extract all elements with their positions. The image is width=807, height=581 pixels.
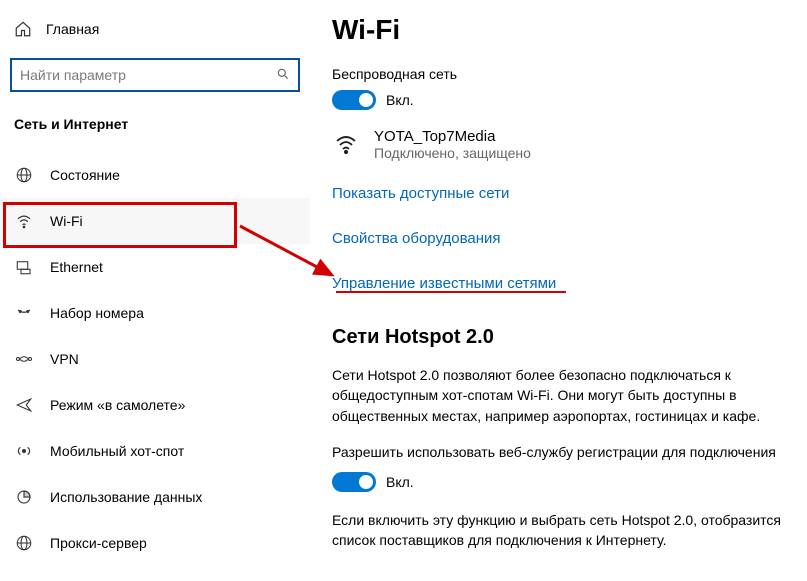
hotspot-description: Сети Hotspot 2.0 позволяют более безопас…	[332, 365, 785, 426]
network-status: Подключено, защищено	[374, 145, 531, 161]
search-input-wrap[interactable]	[10, 58, 300, 92]
hotspot-note: Если включить эту функцию и выбрать сеть…	[332, 510, 785, 551]
sidebar-item-vpn[interactable]: VPN	[0, 336, 310, 382]
sidebar-item-label: Прокси-сервер	[50, 535, 147, 551]
wifi-toggle-state: Вкл.	[386, 92, 414, 108]
proxy-icon	[14, 534, 34, 552]
hotspot-allow-label: Разрешить использовать веб-службу регист…	[332, 442, 785, 462]
home-label: Главная	[46, 21, 99, 37]
sidebar-item-hotspot[interactable]: Мобильный хот-спот	[0, 428, 310, 474]
search-input[interactable]	[20, 67, 276, 83]
globe-icon	[14, 166, 34, 184]
airplane-icon	[14, 396, 34, 414]
wifi-toggle[interactable]	[332, 90, 376, 110]
sidebar-item-label: Ethernet	[50, 259, 103, 275]
search-icon	[276, 67, 290, 84]
wifi-icon	[14, 212, 34, 230]
nav-list: Состояние Wi-Fi Ethernet Набор номера	[0, 144, 310, 566]
dialup-icon	[14, 304, 34, 322]
sidebar-item-dialup[interactable]: Набор номера	[0, 290, 310, 336]
sidebar-item-label: Набор номера	[50, 305, 144, 321]
link-manage-known-networks[interactable]: Управление известными сетями	[332, 275, 785, 292]
wifi-signal-icon	[332, 133, 360, 157]
sidebar: Главная Сеть и Интернет Состояние	[0, 0, 310, 581]
network-name: YOTA_Top7Media	[374, 128, 531, 145]
sidebar-item-data-usage[interactable]: Использование данных	[0, 474, 310, 520]
sidebar-item-status[interactable]: Состояние	[0, 152, 310, 198]
hotspot-heading: Сети Hotspot 2.0	[332, 326, 785, 349]
section-title: Сеть и Интернет	[0, 110, 310, 144]
home-nav[interactable]: Главная	[0, 18, 310, 52]
ethernet-icon	[14, 258, 34, 276]
sidebar-item-label: Мобильный хот-спот	[50, 443, 184, 459]
current-network[interactable]: YOTA_Top7Media Подключено, защищено	[332, 128, 785, 161]
wireless-label: Беспроводная сеть	[332, 66, 785, 82]
link-hardware-properties[interactable]: Свойства оборудования	[332, 230, 785, 247]
sidebar-item-ethernet[interactable]: Ethernet	[0, 244, 310, 290]
sidebar-item-wifi[interactable]: Wi-Fi	[0, 198, 310, 244]
link-show-available[interactable]: Показать доступные сети	[332, 185, 785, 202]
sidebar-item-label: Состояние	[50, 167, 120, 183]
sidebar-item-label: Использование данных	[50, 489, 202, 505]
hotspot-registration-toggle[interactable]	[332, 472, 376, 492]
sidebar-item-airplane[interactable]: Режим «в самолете»	[0, 382, 310, 428]
data-usage-icon	[14, 488, 34, 506]
vpn-icon	[14, 350, 34, 368]
sidebar-item-label: VPN	[50, 351, 79, 367]
hotspot-icon	[14, 442, 34, 460]
sidebar-item-label: Wi-Fi	[50, 213, 83, 229]
page-title: Wi-Fi	[332, 14, 785, 46]
home-icon	[14, 20, 32, 38]
content-pane: Wi-Fi Беспроводная сеть Вкл. YOTA_Top7Me…	[310, 0, 807, 581]
sidebar-item-label: Режим «в самолете»	[50, 397, 185, 413]
hotspot-toggle-state: Вкл.	[386, 474, 414, 490]
sidebar-item-proxy[interactable]: Прокси-сервер	[0, 520, 310, 566]
